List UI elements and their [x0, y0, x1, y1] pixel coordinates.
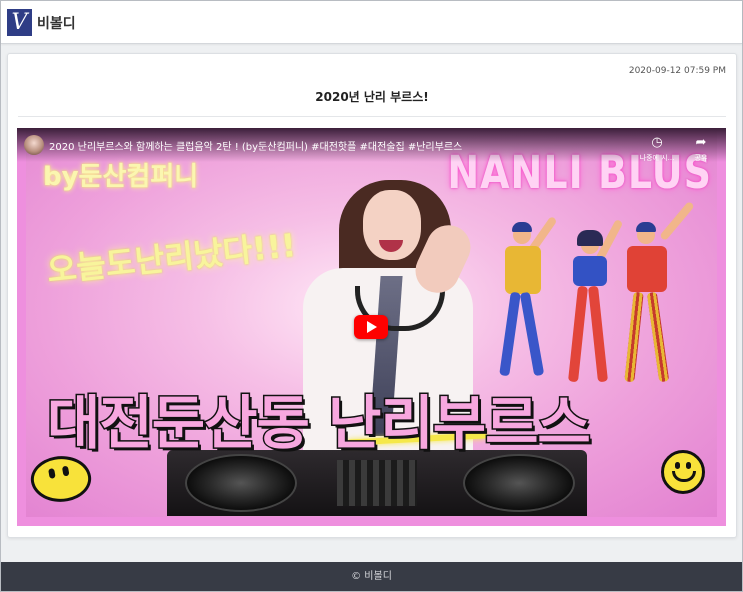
share-label: 공유: [694, 154, 708, 162]
site-name[interactable]: 비볼디: [37, 13, 76, 33]
site-logo[interactable]: V: [7, 9, 32, 36]
divider: [18, 116, 726, 117]
play-button[interactable]: [354, 315, 388, 339]
top-navbar: V 비볼디: [1, 1, 742, 44]
post-card: 2020-09-12 07:59 PM 2020년 난리 부르스! by둔산컴퍼…: [7, 53, 737, 538]
share-button[interactable]: ➦ 공유: [681, 136, 721, 163]
post-date: 2020-09-12 07:59 PM: [628, 66, 726, 76]
post-title: 2020년 난리 부르스!: [315, 90, 429, 104]
clock-icon: ◷: [651, 135, 663, 150]
watch-later-button[interactable]: ◷ 나중에 시...: [637, 136, 677, 163]
channel-avatar[interactable]: [24, 135, 44, 155]
footer-copyright: © 비볼디: [351, 571, 392, 582]
footer: © 비볼디: [1, 562, 742, 591]
youtube-embed[interactable]: by둔산컴퍼니 NANLI BLUS 오늘도난리났다!!! 대전둔산동 난리부르…: [17, 128, 726, 526]
watch-later-label: 나중에 시...: [639, 154, 675, 162]
video-title[interactable]: 2020 난리부르스와 함께하는 클럽음악 2탄 ! (by둔산컴퍼니) #대전…: [49, 138, 462, 153]
share-icon: ➦: [695, 135, 707, 150]
